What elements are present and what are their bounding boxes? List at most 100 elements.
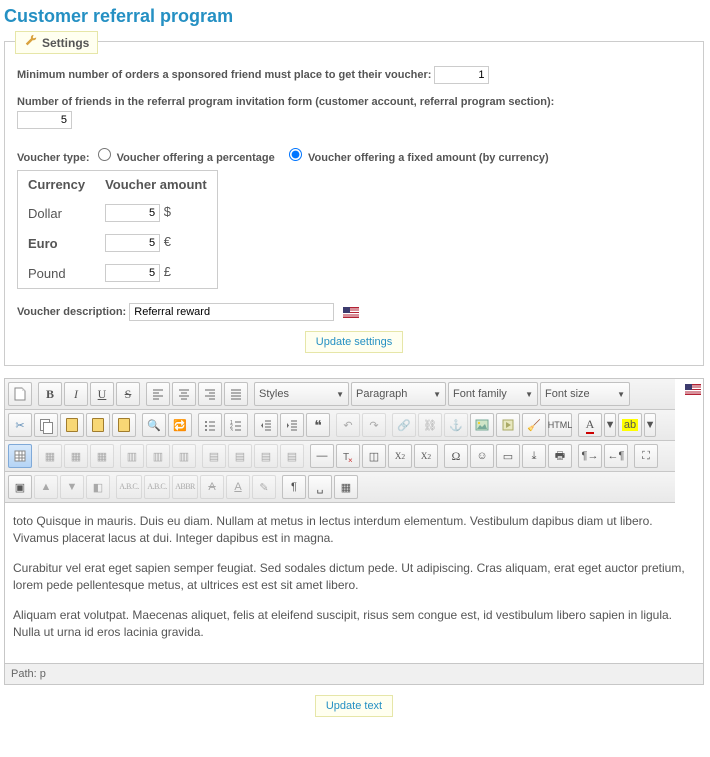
replace-icon[interactable]: 🔁 bbox=[168, 413, 192, 437]
redo-icon[interactable]: ↷ bbox=[362, 413, 386, 437]
anchor-icon[interactable]: ⚓ bbox=[444, 413, 468, 437]
flag-us-icon[interactable] bbox=[343, 307, 359, 318]
visual-aid-icon[interactable]: ◫ bbox=[362, 444, 386, 468]
sub-icon[interactable]: X2 bbox=[388, 444, 412, 468]
align-justify-icon[interactable] bbox=[224, 382, 248, 406]
indent-icon[interactable] bbox=[280, 413, 304, 437]
cut-icon[interactable]: ✂ bbox=[8, 413, 32, 437]
table-row: Dollar $ bbox=[18, 198, 218, 228]
editor-path[interactable]: Path: p bbox=[5, 663, 703, 684]
emoticon-icon[interactable]: ☺ bbox=[470, 444, 494, 468]
forecolor-picker[interactable]: ▼ bbox=[604, 413, 616, 437]
acronym-icon[interactable]: ABBR bbox=[172, 475, 198, 499]
bold-icon[interactable]: B bbox=[38, 382, 62, 406]
row-after-icon[interactable]: ▦ bbox=[64, 444, 88, 468]
min-orders-label: Minimum number of orders a sponsored fri… bbox=[17, 69, 431, 81]
print-icon[interactable]: 🖶 bbox=[548, 444, 572, 468]
cite-icon[interactable]: A.B.C. bbox=[116, 475, 142, 499]
voucher-fixed-radio[interactable] bbox=[289, 148, 302, 161]
layer-fwd-icon[interactable]: ▲ bbox=[34, 475, 58, 499]
flag-us-icon[interactable] bbox=[685, 384, 701, 395]
hr-icon[interactable]: — bbox=[310, 444, 334, 468]
image-icon[interactable] bbox=[470, 413, 494, 437]
link-icon[interactable]: 🔗 bbox=[392, 413, 416, 437]
media-icon[interactable] bbox=[496, 413, 520, 437]
blockquote-icon[interactable]: ❝ bbox=[306, 413, 330, 437]
amount-input-pound[interactable] bbox=[105, 264, 160, 282]
html-icon[interactable]: HTML bbox=[548, 413, 572, 437]
voucher-percent-radio[interactable] bbox=[98, 148, 111, 161]
amount-input-euro[interactable] bbox=[105, 234, 160, 252]
backcolor-picker[interactable]: ▼ bbox=[644, 413, 656, 437]
col-after-icon[interactable]: ▥ bbox=[146, 444, 170, 468]
copy-icon[interactable] bbox=[34, 413, 58, 437]
table-icon[interactable] bbox=[8, 444, 32, 468]
col-before-icon[interactable]: ▥ bbox=[120, 444, 144, 468]
iframe-icon[interactable]: ▭ bbox=[496, 444, 520, 468]
th-amount: Voucher amount bbox=[95, 171, 217, 199]
forecolor-icon[interactable]: A bbox=[578, 413, 602, 437]
italic-icon[interactable]: I bbox=[64, 382, 88, 406]
update-text-button[interactable]: Update text bbox=[315, 695, 393, 717]
merge-cell-icon[interactable]: ▤ bbox=[228, 444, 252, 468]
friends-label: Number of friends in the referral progra… bbox=[17, 96, 691, 108]
styles-select[interactable]: Styles▼ bbox=[254, 382, 349, 406]
del-col-icon[interactable]: ▥ bbox=[172, 444, 196, 468]
paste-icon[interactable] bbox=[60, 413, 84, 437]
row-before-icon[interactable]: ▦ bbox=[38, 444, 62, 468]
editor-body[interactable]: toto Quisque in mauris. Duis eu diam. Nu… bbox=[5, 503, 703, 663]
undo-icon[interactable]: ↶ bbox=[336, 413, 360, 437]
backcolor-icon[interactable]: ab bbox=[618, 413, 642, 437]
fontsize-select[interactable]: Font size▼ bbox=[540, 382, 630, 406]
del-icon[interactable]: A bbox=[200, 475, 224, 499]
paragraph-select[interactable]: Paragraph▼ bbox=[351, 382, 446, 406]
number-list-icon[interactable]: 123 bbox=[224, 413, 248, 437]
attribs-icon[interactable]: ✎ bbox=[252, 475, 276, 499]
cleanup-icon[interactable]: 🧹 bbox=[522, 413, 546, 437]
pagebreak-icon[interactable]: ⤓ bbox=[522, 444, 546, 468]
editor-paragraph: toto Quisque in mauris. Duis eu diam. Nu… bbox=[13, 513, 695, 548]
visualchars-icon[interactable]: ¶ bbox=[282, 475, 306, 499]
outdent-icon[interactable] bbox=[254, 413, 278, 437]
align-right-icon[interactable] bbox=[198, 382, 222, 406]
del-row-icon[interactable]: ▦ bbox=[90, 444, 114, 468]
ins-icon[interactable]: A bbox=[226, 475, 250, 499]
split-cell-icon[interactable]: ▤ bbox=[202, 444, 226, 468]
amount-input-dollar[interactable] bbox=[105, 204, 160, 222]
template-icon[interactable]: ▦ bbox=[334, 475, 358, 499]
currency-name: Euro bbox=[18, 228, 96, 258]
voucher-percent-label: Voucher offering a percentage bbox=[117, 152, 275, 164]
nbsp-icon[interactable]: ␣ bbox=[308, 475, 332, 499]
align-left-icon[interactable] bbox=[146, 382, 170, 406]
layer-icon[interactable]: ▣ bbox=[8, 475, 32, 499]
cell-props-icon[interactable]: ▤ bbox=[280, 444, 304, 468]
layer-back-icon[interactable]: ▼ bbox=[60, 475, 84, 499]
desc-label: Voucher description: bbox=[17, 306, 126, 318]
unlink-icon[interactable]: ⛓ bbox=[418, 413, 442, 437]
align-center-icon[interactable] bbox=[172, 382, 196, 406]
rtl-icon[interactable]: ←¶ bbox=[604, 444, 628, 468]
abbr-icon[interactable]: A.B.C. bbox=[144, 475, 170, 499]
fullscreen-icon[interactable]: ⛶ bbox=[634, 444, 658, 468]
paste-word-icon[interactable] bbox=[112, 413, 136, 437]
strike-icon[interactable]: S bbox=[116, 382, 140, 406]
charmap-icon[interactable]: Ω bbox=[444, 444, 468, 468]
desc-input[interactable] bbox=[129, 303, 334, 321]
find-icon[interactable]: 🔍 bbox=[142, 413, 166, 437]
paste-text-icon[interactable] bbox=[86, 413, 110, 437]
friends-input[interactable] bbox=[17, 111, 72, 129]
sup-icon[interactable]: X2 bbox=[414, 444, 438, 468]
remove-format-icon[interactable]: T× bbox=[336, 444, 360, 468]
fontfamily-select[interactable]: Font family▼ bbox=[448, 382, 538, 406]
settings-panel: Settings Minimum number of orders a spon… bbox=[4, 41, 704, 366]
bullet-list-icon[interactable] bbox=[198, 413, 222, 437]
layer-abs-icon[interactable]: ◧ bbox=[86, 475, 110, 499]
ltr-icon[interactable]: ¶→ bbox=[578, 444, 602, 468]
underline-icon[interactable]: U bbox=[90, 382, 114, 406]
row-props-icon[interactable]: ▤ bbox=[254, 444, 278, 468]
min-orders-input[interactable] bbox=[434, 66, 489, 84]
voucher-type-label: Voucher type: bbox=[17, 152, 90, 164]
svg-text:×: × bbox=[348, 456, 353, 462]
update-settings-button[interactable]: Update settings bbox=[305, 331, 403, 353]
newdoc-icon[interactable] bbox=[8, 382, 32, 406]
